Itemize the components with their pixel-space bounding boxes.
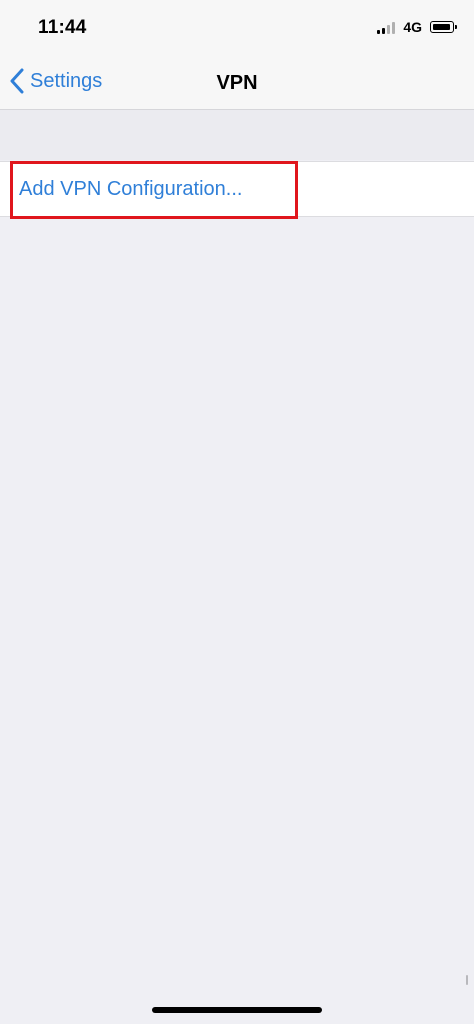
status-bar: 11:44 4G bbox=[0, 0, 474, 56]
add-vpn-configuration-label: Add VPN Configuration... bbox=[19, 178, 243, 200]
page-title: VPN bbox=[216, 72, 258, 94]
navigation-bar: Settings VPN bbox=[0, 56, 474, 110]
home-indicator bbox=[152, 1007, 322, 1013]
status-time: 11:44 bbox=[38, 17, 87, 38]
add-vpn-configuration-button[interactable]: Add VPN Configuration... bbox=[0, 161, 474, 217]
signal-icon bbox=[377, 21, 396, 34]
status-indicators: 4G bbox=[377, 19, 457, 35]
battery-icon bbox=[430, 21, 457, 33]
scroll-indicator bbox=[466, 975, 468, 985]
network-type: 4G bbox=[403, 19, 422, 35]
section-spacer bbox=[0, 110, 474, 160]
